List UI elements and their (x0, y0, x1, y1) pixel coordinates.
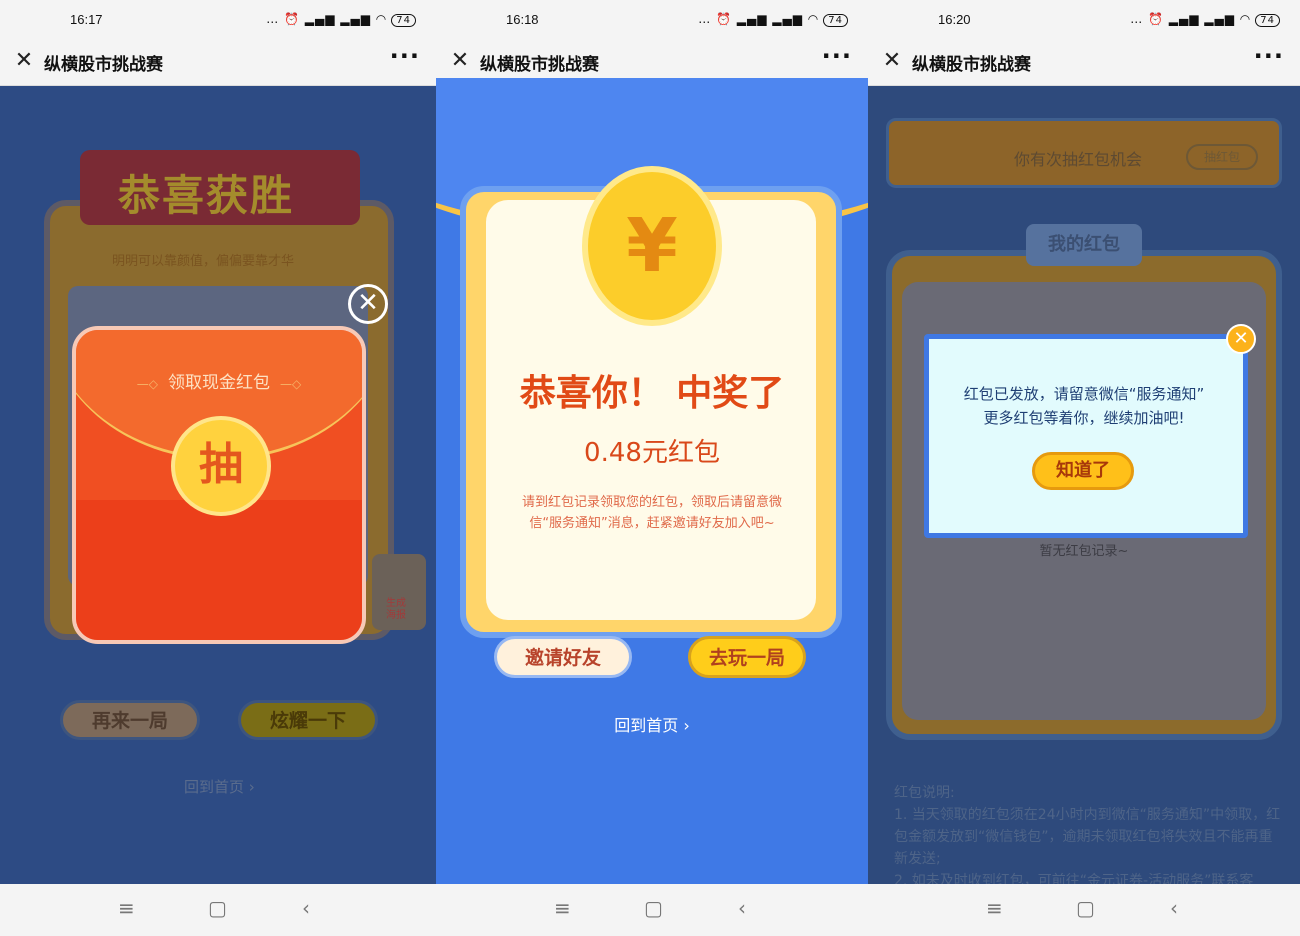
close-icon[interactable]: ✕ (448, 48, 472, 73)
status-bar: 16:18 … ⏰ ▂▄▆ ▂▄▆ ◠ 74 (436, 0, 868, 40)
win-subtitle: 明明可以靠颜值，偏偏要靠才华 (112, 254, 295, 269)
win-banner: 恭喜获胜 (118, 171, 295, 220)
empty-records-text: 暂无红包记录~ (1039, 544, 1129, 559)
home-icon[interactable]: ▢ (644, 896, 663, 920)
signal-icons: … ⏰ ▂▄▆ ▂▄▆ ◠ (1130, 12, 1252, 26)
play-round-button[interactable]: 去玩一局 (688, 636, 806, 678)
show-off-button[interactable]: 炫耀一下 (238, 700, 378, 740)
status-icons: … ⏰ ▂▄▆ ▂▄▆ ◠ 74 (698, 12, 848, 27)
generate-poster-button[interactable]: 生成 海报 (372, 554, 426, 630)
envelope-body (76, 500, 362, 640)
more-menu-icon[interactable]: ··· (390, 42, 420, 70)
page-title: 纵横股市挑战赛 (44, 55, 163, 75)
page-title: 纵横股市挑战赛 (912, 55, 1031, 75)
status-bar: 16:17 … ⏰ ▂▄▆ ▂▄▆ ◠ 74 (0, 0, 436, 40)
signal-icons: … ⏰ ▂▄▆ ▂▄▆ ◠ (698, 12, 820, 26)
status-bar: 16:20 … ⏰ ▂▄▆ ▂▄▆ ◠ 74 (868, 0, 1300, 40)
home-link[interactable]: 回到首页 › (184, 776, 255, 797)
close-icon[interactable]: ✕ (880, 48, 904, 73)
home-icon[interactable]: ▢ (208, 896, 227, 920)
more-menu-icon[interactable]: ··· (822, 42, 852, 70)
close-icon[interactable]: ✕ (348, 284, 388, 324)
system-nav-bar: ≡ ▢ ‹ (868, 884, 1300, 936)
back-icon[interactable]: ‹ (302, 896, 310, 920)
title-bar: ✕ 纵横股市挑战赛 ··· (0, 38, 436, 86)
status-time: 16:18 (506, 12, 539, 27)
page-title: 纵横股市挑战赛 (480, 55, 599, 75)
red-envelope[interactable]: 领取现金红包 抽 (72, 326, 366, 644)
status-time: 16:20 (938, 12, 971, 27)
screen-prize-won: 16:18 … ⏰ ▂▄▆ ▂▄▆ ◠ 74 ✕ 纵横股市挑战赛 ··· ¥ 恭喜… (436, 0, 868, 936)
got-it-button[interactable]: 知道了 (1032, 452, 1134, 490)
back-icon[interactable]: ‹ (1170, 896, 1178, 920)
envelope-label-text: 领取现金红包 (168, 373, 270, 393)
more-menu-icon[interactable]: ··· (1254, 42, 1284, 70)
screen-my-red-packets: 16:20 … ⏰ ▂▄▆ ▂▄▆ ◠ 74 ✕ 纵横股市挑战赛 ··· 你有次抽… (868, 0, 1300, 936)
prize-amount: 0.48元红包 (584, 438, 720, 468)
play-again-button[interactable]: 再来一局 (60, 700, 200, 740)
status-icons: … ⏰ ▂▄▆ ▂▄▆ ◠ 74 (266, 12, 416, 27)
envelope-label: 领取现金红包 (76, 368, 362, 393)
title-bar: ✕ 纵横股市挑战赛 ··· (868, 38, 1300, 86)
close-icon[interactable]: ✕ (1226, 324, 1256, 354)
battery-icon: 74 (391, 14, 416, 27)
battery-icon: 74 (1255, 14, 1280, 27)
screen-draw-red-packet: 16:17 … ⏰ ▂▄▆ ▂▄▆ ◠ 74 ✕ 纵横股市挑战赛 ··· 恭喜获胜… (0, 0, 436, 936)
system-nav-bar: ≡ ▢ ‹ (436, 884, 868, 936)
prize-description: 请到红包记录领取您的红包，领取后请留意微信“服务通知”消息，赶紧邀请好友加入吧~ (521, 495, 782, 531)
battery-icon: 74 (823, 14, 848, 27)
menu-icon[interactable]: ≡ (118, 896, 135, 920)
close-icon[interactable]: ✕ (12, 48, 36, 73)
prize-headline: 恭喜你！ 中奖了 (519, 373, 785, 414)
draw-red-packet-button[interactable]: 抽红包 (1186, 144, 1258, 170)
draw-chance-text: 你有次抽红包机会 (1014, 150, 1143, 169)
my-red-packets-tab: 我的红包 (1026, 224, 1142, 266)
screenshot-collage: 16:17 … ⏰ ▂▄▆ ▂▄▆ ◠ 74 ✕ 纵横股市挑战赛 ··· 恭喜获胜… (0, 0, 1300, 936)
home-icon[interactable]: ▢ (1076, 896, 1095, 920)
red-packet-notes: 红包说明: 1. 当天领取的红包须在24小时内到微信“服务通知”中领取，红包金额… (894, 785, 1281, 889)
invite-friends-button[interactable]: 邀请好友 (494, 636, 632, 678)
menu-icon[interactable]: ≡ (554, 896, 571, 920)
status-icons: … ⏰ ▂▄▆ ▂▄▆ ◠ 74 (1130, 12, 1280, 27)
status-time: 16:17 (70, 12, 103, 27)
system-nav-bar: ≡ ▢ ‹ (0, 884, 436, 936)
notice-modal (924, 334, 1248, 538)
signal-icons: … ⏰ ▂▄▆ ▂▄▆ ◠ (266, 12, 388, 26)
poster-label: 生成 海报 (386, 598, 406, 621)
back-icon[interactable]: ‹ (738, 896, 746, 920)
draw-button[interactable]: 抽 (171, 416, 271, 516)
menu-icon[interactable]: ≡ (986, 896, 1003, 920)
modal-message: 红包已发放，请留意微信“服务通知” 更多红包等着你，继续加油吧! (963, 385, 1205, 427)
home-link[interactable]: 回到首页 › (436, 712, 868, 736)
yuan-coin-icon: ¥ (582, 166, 722, 326)
